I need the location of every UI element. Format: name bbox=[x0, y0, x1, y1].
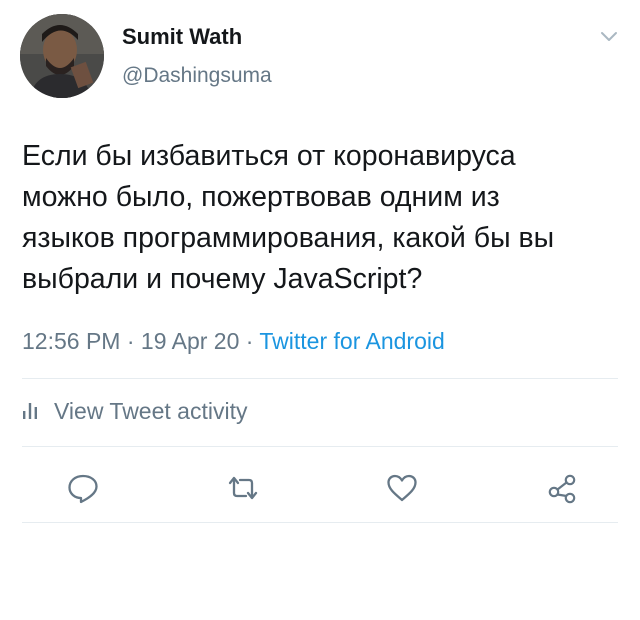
author-name[interactable]: Sumit Wath bbox=[122, 24, 242, 50]
reply-icon[interactable] bbox=[66, 471, 100, 505]
chevron-down-icon[interactable] bbox=[600, 30, 618, 44]
tweet-meta: 12:56 PM · 19 Apr 20 · Twitter for Andro… bbox=[22, 328, 445, 355]
heart-icon[interactable] bbox=[385, 471, 419, 505]
share-icon[interactable] bbox=[545, 471, 579, 505]
meta-separator: · bbox=[239, 328, 260, 354]
author-handle[interactable]: @Dashingsuma bbox=[122, 64, 272, 88]
meta-separator: · bbox=[120, 328, 141, 354]
tweet-card: Sumit Wath @Dashingsuma Если бы избавить… bbox=[0, 0, 640, 620]
tweet-time: 12:56 PM bbox=[22, 328, 121, 354]
tweet-date: 19 Apr 20 bbox=[140, 328, 240, 354]
avatar[interactable] bbox=[20, 14, 104, 98]
retweet-icon[interactable] bbox=[226, 471, 260, 505]
divider bbox=[22, 446, 618, 447]
view-tweet-activity-label: View Tweet activity bbox=[54, 398, 248, 424]
view-tweet-activity-button[interactable]: View Tweet activity bbox=[22, 398, 247, 425]
tweet-source-link[interactable]: Twitter for Android bbox=[259, 328, 444, 354]
bar-chart-icon bbox=[22, 398, 38, 425]
divider bbox=[22, 378, 618, 379]
divider bbox=[22, 522, 618, 523]
tweet-text: Если бы избавиться от коронавируса можно… bbox=[22, 140, 555, 295]
